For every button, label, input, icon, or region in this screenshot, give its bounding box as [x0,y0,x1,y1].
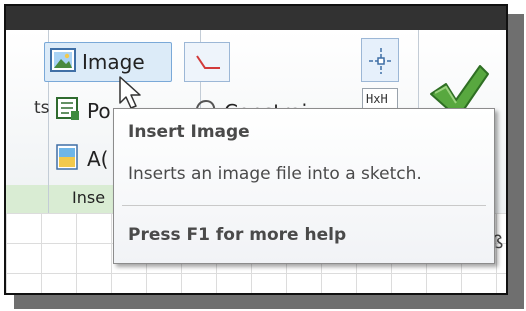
image-icon [50,47,76,77]
center-mark-button[interactable] [361,38,399,82]
points-button-label: Po [87,99,111,123]
tooltip-divider [122,205,486,206]
points-icon [55,96,81,127]
center-mark-icon [368,47,394,79]
tooltip-help-hint: Press F1 for more help [128,225,347,245]
partial-button-label: ts [34,98,50,118]
insert-image-tooltip: Insert Image Inserts an image file into … [113,108,495,264]
acad-icon [55,143,81,176]
dimension-icon: HxH [366,92,388,106]
group-footer-left [6,185,48,213]
screenshot-page: Inse ts Image Po A(HxH ß Insert Image I… [0,0,526,311]
line-button[interactable] [184,42,230,82]
acad-button-label: A( [87,147,109,171]
line-icon [193,52,223,78]
insert-group-label: Inse [72,188,106,207]
insert-image-button[interactable]: Image [44,42,172,82]
image-button-label: Image [82,50,145,74]
insert-points-button[interactable]: Po [50,92,111,130]
insert-acad-button[interactable]: A( [50,140,108,178]
tooltip-description: Inserts an image file into a sketch. [128,164,422,184]
tooltip-title: Insert Image [128,122,250,142]
title-bar [6,6,506,30]
